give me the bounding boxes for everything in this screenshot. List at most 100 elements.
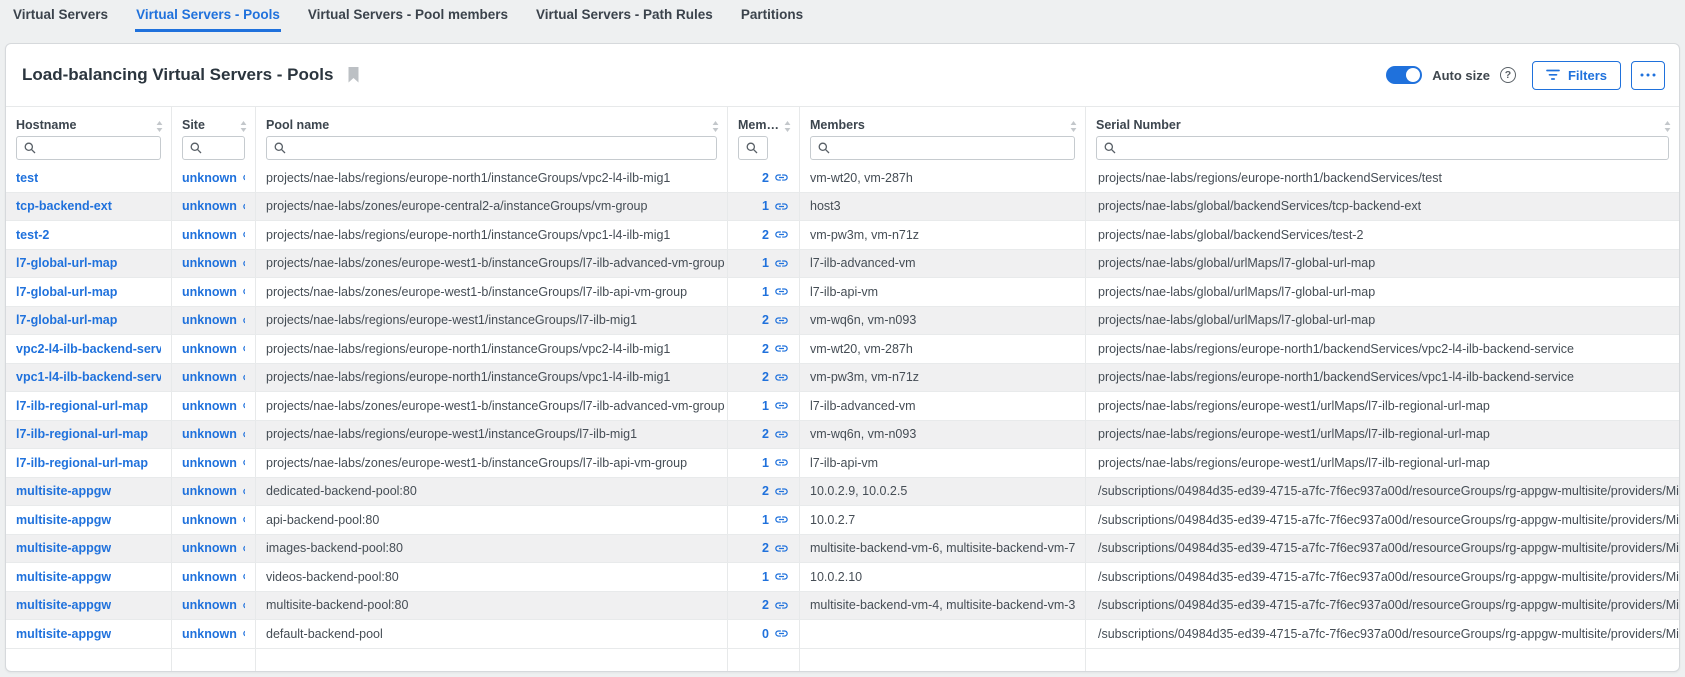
hostname-link[interactable]: tcp-backend-ext <box>16 199 112 213</box>
hostname-link[interactable]: l7-ilb-regional-url-map <box>16 456 148 470</box>
hostname-link[interactable]: test <box>16 171 38 185</box>
member-count-link[interactable]: 1 <box>762 398 789 413</box>
members-cell: 10.0.2.10 <box>800 563 1086 591</box>
site-link[interactable]: unknown <box>182 484 245 499</box>
more-options-button[interactable] <box>1631 61 1665 90</box>
sort-icon[interactable] <box>240 121 247 132</box>
member-count-link[interactable]: 2 <box>762 227 789 242</box>
hostname-link[interactable]: vpc2-l4-ilb-backend-service <box>16 342 161 356</box>
column-search-cell-members <box>800 133 1086 164</box>
site-link[interactable]: unknown <box>182 626 245 641</box>
pool-search-input[interactable] <box>266 136 717 160</box>
site-link[interactable]: unknown <box>182 427 245 442</box>
site-link[interactable]: unknown <box>182 598 245 613</box>
member-count-link[interactable]: 2 <box>762 427 789 442</box>
serial-number-cell: /subscriptions/04984d35-ed39-4715-a7fc-7… <box>1086 506 1679 534</box>
column-label-hostname: Hostname <box>16 118 76 132</box>
member-count-link[interactable]: 1 <box>762 199 789 214</box>
hostname-link[interactable]: multisite-appgw <box>16 484 111 498</box>
link-icon <box>774 284 789 299</box>
member-count-link[interactable]: 2 <box>762 484 789 499</box>
sort-icon[interactable] <box>156 121 163 132</box>
member-count-link[interactable]: 2 <box>762 341 789 356</box>
table-row: l7-global-url-mapunknownprojects/nae-lab… <box>6 307 1679 336</box>
column-header-site[interactable]: Site <box>172 107 256 133</box>
hostname-link[interactable]: l7-global-url-map <box>16 256 117 270</box>
sort-icon[interactable] <box>712 121 719 132</box>
sort-icon[interactable] <box>1070 121 1077 132</box>
search-icon <box>274 142 286 154</box>
site-link[interactable]: unknown <box>182 341 245 356</box>
pool-name-cell: multisite-backend-pool:80 <box>256 592 728 620</box>
link-icon <box>242 170 245 185</box>
column-header-pool[interactable]: Pool name <box>256 107 728 133</box>
serial-search-input[interactable] <box>1096 136 1669 160</box>
help-icon[interactable]: ? <box>1500 67 1516 83</box>
member-count-link[interactable]: 2 <box>762 313 789 328</box>
members-cell: vm-wt20, vm-287h <box>800 335 1086 363</box>
hostname-cell: l7-global-url-map <box>6 250 172 278</box>
site-cell: unknown <box>172 193 256 221</box>
member-count-link[interactable]: 2 <box>762 370 789 385</box>
site-link[interactable]: unknown <box>182 455 245 470</box>
hostname-link[interactable]: multisite-appgw <box>16 513 111 527</box>
member-count-link[interactable]: 1 <box>762 569 789 584</box>
filters-button[interactable]: Filters <box>1532 61 1621 90</box>
site-link[interactable]: unknown <box>182 569 245 584</box>
column-header-count[interactable]: Mem… <box>728 107 800 133</box>
site-link[interactable]: unknown <box>182 398 245 413</box>
member-count-link[interactable]: 1 <box>762 512 789 527</box>
hostname-link[interactable]: multisite-appgw <box>16 541 111 555</box>
hostname-link[interactable]: multisite-appgw <box>16 570 111 584</box>
hostname-link[interactable]: multisite-appgw <box>16 598 111 612</box>
site-search-input[interactable] <box>182 136 245 160</box>
hostname-link[interactable]: multisite-appgw <box>16 627 111 641</box>
hostname-link[interactable]: vpc1-l4-ilb-backend-service <box>16 370 161 384</box>
tab-partitions[interactable]: Partitions <box>740 0 804 32</box>
member-count-cell: 1 <box>728 506 800 534</box>
member-count-link[interactable]: 2 <box>762 598 789 613</box>
serial-number-cell: /subscriptions/04984d35-ed39-4715-a7fc-7… <box>1086 592 1679 620</box>
site-link[interactable]: unknown <box>182 512 245 527</box>
column-label-members: Members <box>810 118 865 132</box>
members-search-input[interactable] <box>810 136 1075 160</box>
site-link[interactable]: unknown <box>182 541 245 556</box>
hostname-link[interactable]: l7-global-url-map <box>16 313 117 327</box>
member-count-link[interactable]: 1 <box>762 284 789 299</box>
pool-name-cell: default-backend-pool <box>256 620 728 648</box>
hostname-link[interactable]: test-2 <box>16 228 49 242</box>
pool-name-cell: images-backend-pool:80 <box>256 535 728 563</box>
site-link[interactable]: unknown <box>182 313 245 328</box>
sort-icon[interactable] <box>1664 121 1671 132</box>
sort-icon[interactable] <box>784 121 791 132</box>
pools-card: Load-balancing Virtual Servers - Pools A… <box>5 43 1680 672</box>
count-search-input[interactable] <box>738 136 768 160</box>
site-link[interactable]: unknown <box>182 170 245 185</box>
hostname-search-input[interactable] <box>16 136 161 160</box>
serial-number-cell: projects/nae-labs/regions/europe-west1/u… <box>1086 392 1679 420</box>
auto-size-toggle[interactable] <box>1386 66 1422 84</box>
site-link[interactable]: unknown <box>182 256 245 271</box>
tab-virtual-servers-pools[interactable]: Virtual Servers - Pools <box>135 0 281 32</box>
hostname-link[interactable]: l7-ilb-regional-url-map <box>16 399 148 413</box>
member-count-link[interactable]: 1 <box>762 256 789 271</box>
member-count-link[interactable]: 0 <box>762 626 789 641</box>
column-header-hostname[interactable]: Hostname <box>6 107 172 133</box>
bookmark-icon[interactable] <box>347 67 360 83</box>
member-count-link[interactable]: 2 <box>762 170 789 185</box>
hostname-link[interactable]: l7-global-url-map <box>16 285 117 299</box>
site-link[interactable]: unknown <box>182 199 245 214</box>
column-header-serial[interactable]: Serial Number <box>1086 107 1679 133</box>
column-header-members[interactable]: Members <box>800 107 1086 133</box>
tab-virtual-servers[interactable]: Virtual Servers <box>12 0 109 32</box>
site-link[interactable]: unknown <box>182 227 245 242</box>
tab-virtual-servers-path-rules[interactable]: Virtual Servers - Path Rules <box>535 0 714 32</box>
hostname-link[interactable]: l7-ilb-regional-url-map <box>16 427 148 441</box>
tab-virtual-servers-pool-members[interactable]: Virtual Servers - Pool members <box>307 0 509 32</box>
site-link[interactable]: unknown <box>182 284 245 299</box>
members-cell: vm-pw3m, vm-n71z <box>800 364 1086 392</box>
member-count-link[interactable]: 1 <box>762 455 789 470</box>
member-count-link[interactable]: 2 <box>762 541 789 556</box>
pool-name-cell: projects/nae-labs/zones/europe-central2-… <box>256 193 728 221</box>
site-link[interactable]: unknown <box>182 370 245 385</box>
